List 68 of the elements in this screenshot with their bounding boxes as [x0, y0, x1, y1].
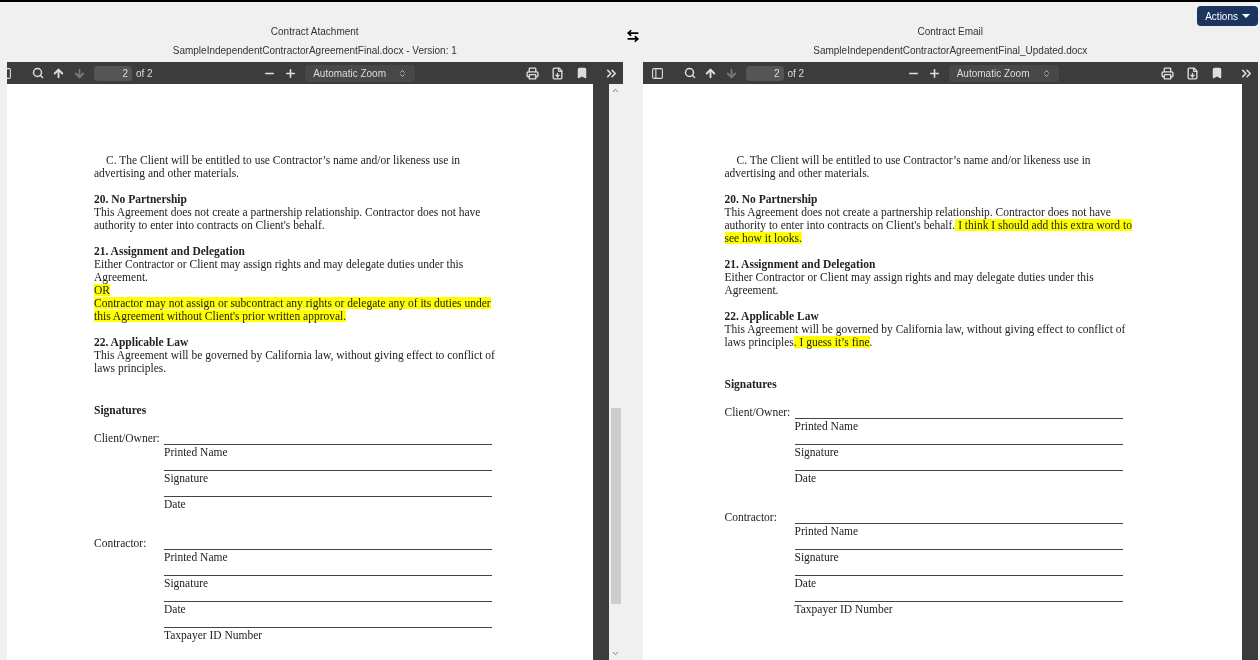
search-icon[interactable]	[683, 67, 696, 79]
section-heading: 21. Assignment and Delegation	[94, 245, 246, 258]
section-heading: 20. No Partnership	[94, 193, 188, 206]
paragraph: OR	[94, 284, 111, 297]
signature-caption: Taxpayer ID Number	[164, 629, 263, 641]
signature-caption: Signature	[794, 446, 839, 458]
scroll-down-icon[interactable]	[611, 649, 620, 658]
signature-caption: Date	[794, 577, 817, 589]
paragraph: This Agreement will be governed by California law, without giving effect to conflict of laws principles. I guess it’s fine.	[724, 323, 1127, 349]
signature-caption: Signature	[164, 472, 209, 484]
zoom-in-icon[interactable]	[927, 66, 941, 80]
arrow-up-icon[interactable]	[52, 66, 65, 80]
paragraph: C. The Client will be entitled to use Contractor’s name and/or likeness use in advertising and other materials.	[94, 154, 462, 180]
select-caret-icon	[398, 68, 407, 78]
signature-caption: Date	[164, 498, 186, 510]
paragraph: C. The Client will be entitled to use Contractor’s name and/or likeness use in advertising and other materials.	[724, 154, 1092, 180]
signature-caption: Signature	[794, 551, 839, 563]
paragraph: Contractor may not assign or subcontract any rights or delegate any of its duties under this Agreement without Client's prior written approval.	[94, 297, 492, 323]
section-heading: 20. No Partnership	[724, 193, 819, 206]
scrollbar-thumb[interactable]	[610, 408, 621, 604]
zoom-select[interactable]: Automatic Zoom	[948, 64, 1059, 82]
download-icon[interactable]	[1186, 66, 1199, 80]
zoom-in-icon[interactable]	[284, 66, 298, 80]
signature-caption: Printed Name	[164, 446, 228, 458]
bookmark-icon[interactable]	[1211, 67, 1223, 79]
signature-caption: Date	[794, 472, 817, 484]
signature-caption: Signature	[164, 577, 209, 589]
page-count: of 2	[136, 66, 153, 81]
signature-caption: Printed Name	[164, 551, 228, 563]
signature-caption: Taxpayer ID Number	[794, 603, 893, 615]
paragraph: This Agreement does not create a partnership relationship. Contractor does not have authority to enter into contracts on Client's behalf.	[94, 206, 482, 232]
swap-icon[interactable]	[625, 29, 640, 43]
section-heading: Signatures	[724, 378, 778, 391]
party-label: Contractor:	[94, 537, 148, 551]
scroll-up-icon[interactable]	[611, 86, 620, 95]
bookmark-icon[interactable]	[575, 67, 588, 79]
pane-title: Contract Email	[917, 25, 984, 39]
print-icon[interactable]	[525, 66, 539, 80]
paragraph: Either Contractor or Client may assign rights and may delegate duties under this Agreement.	[94, 258, 465, 284]
select-caret-icon	[1041, 68, 1051, 78]
section-heading: 22. Applicable Law	[724, 310, 820, 323]
search-icon[interactable]	[32, 67, 44, 79]
signature-caption: Printed Name	[794, 420, 859, 432]
party-label: Client/Owner:	[94, 432, 161, 446]
zoom-select[interactable]: Automatic Zoom	[305, 64, 415, 82]
arrow-up-icon[interactable]	[703, 66, 717, 80]
page-count: of 2	[787, 66, 805, 81]
file-name: SampleIndependentContractorAgreementFinal.docx - Version: 1	[172, 44, 457, 58]
sidebar-toggle-icon[interactable]	[650, 66, 664, 80]
party-label: Contractor:	[724, 511, 778, 525]
page-number-field[interactable]: 2	[94, 65, 132, 81]
download-icon[interactable]	[550, 66, 564, 80]
paragraph: This Agreement does not create a partnership relationship. Contractor does not have authority to enter into contracts on Client's behalf. I think I should add this extra word to see how it looks.	[724, 206, 1133, 245]
section-heading: Signatures	[94, 404, 148, 417]
arrow-down-icon[interactable]	[73, 66, 86, 80]
section-heading: 22. Applicable Law	[94, 336, 190, 349]
signature-caption: Date	[164, 603, 186, 615]
paragraph: Either Contractor or Client may assign rights and may delegate duties under this Agreement.	[724, 271, 1095, 297]
signature-caption: Printed Name	[794, 525, 859, 537]
pane-title: Contract Atachment	[270, 25, 359, 39]
party-label: Client/Owner:	[724, 406, 792, 420]
file-name: SampleIndependentContractorAgreementFinal_Updated.docx	[813, 44, 1088, 58]
arrow-down-icon[interactable]	[724, 66, 738, 80]
print-icon[interactable]	[1161, 66, 1174, 80]
actions-button[interactable]: Actions	[1197, 6, 1258, 26]
page-number-field[interactable]: 2	[745, 65, 784, 81]
paragraph: This Agreement will be governed by California law, without giving effect to conflict of laws principles.	[94, 349, 496, 375]
section-heading: 21. Assignment and Delegation	[724, 258, 877, 271]
